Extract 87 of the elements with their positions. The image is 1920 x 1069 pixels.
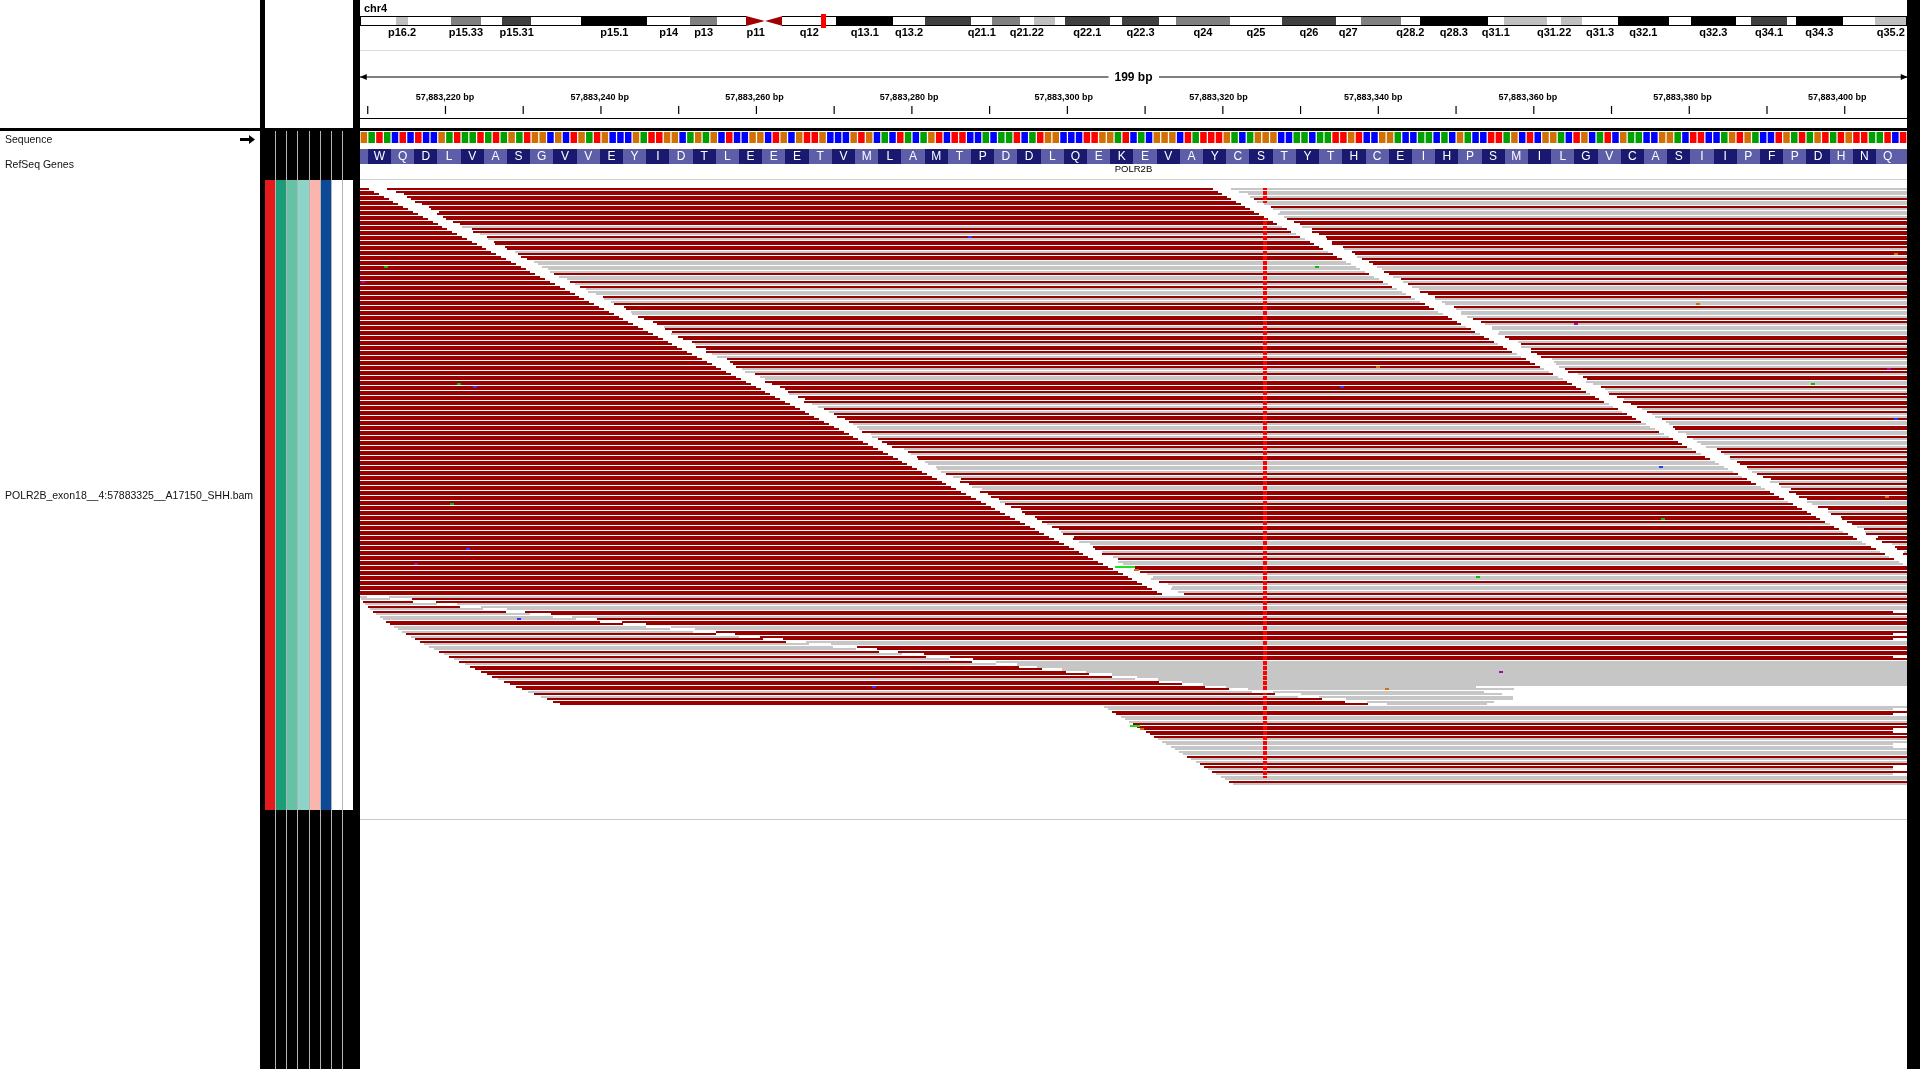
band-label: p13 (694, 27, 714, 38)
tick-label: 57,883,300 bp (1034, 92, 1094, 103)
track-name[interactable]: POLR2B_exon18__4:57883325__A17150_SHH.bam (5, 489, 254, 501)
band-label: p15.31 (499, 27, 534, 38)
band-label: q28.2 (1396, 27, 1425, 38)
band-label: q35.2 (1876, 27, 1905, 38)
band-label: q13.1 (850, 27, 879, 38)
centromere-band (764, 16, 783, 26)
amino-acid: L (878, 149, 902, 164)
chromosome-band (717, 16, 747, 26)
tick-label: 57,883,260 bp (725, 92, 784, 103)
tick-label: 57,883,380 bp (1653, 92, 1712, 103)
amino-acid: Y (1295, 149, 1320, 164)
band-label: q28.3 (1439, 27, 1468, 38)
chromosome-band (1874, 16, 1908, 26)
band-label: q31.3 (1586, 27, 1615, 38)
amino-acid: S (507, 149, 531, 164)
strand-arrow-icon[interactable] (240, 134, 255, 144)
amino-acid: Q (1063, 149, 1088, 164)
centromere-band (746, 16, 765, 26)
amino-acid: V (831, 149, 856, 164)
amino-acid: D (1017, 149, 1041, 164)
amino-acid: I (1527, 149, 1552, 164)
amino-acid: D (414, 149, 438, 164)
chromosome-name: chr4 (364, 2, 388, 14)
amino-acid: S (1667, 149, 1691, 164)
band-label: q24 (1193, 27, 1213, 38)
amino-acid: F (1759, 149, 1784, 164)
amino-acid: S (1249, 149, 1273, 164)
tick-label: 57,883,360 bp (1498, 92, 1558, 103)
amino-acid: C (1620, 149, 1644, 164)
tick-label: 57,883,240 bp (570, 92, 630, 103)
band-label: q12 (799, 27, 819, 38)
band-label: q21.1 (967, 27, 996, 38)
band-label: q26 (1299, 27, 1319, 38)
band-label: q21.22 (1009, 27, 1044, 38)
amino-acid: S (1481, 149, 1505, 164)
amino-acid: P (971, 149, 995, 164)
band-label: q32.1 (1629, 27, 1658, 38)
amino-acid: G (1574, 149, 1598, 164)
tick-label: 57,883,340 bp (1343, 92, 1403, 103)
span-label: 199 bp (1113, 70, 1154, 84)
chromosome-band (480, 16, 503, 26)
amino-acid: T (692, 149, 716, 164)
band-label: q22.3 (1126, 27, 1155, 38)
track-name[interactable]: Sequence (5, 133, 53, 145)
amino-acid: E (599, 149, 623, 164)
chromosome-band (782, 16, 837, 26)
tick-label: 57,883,400 bp (1808, 92, 1867, 103)
band-label: p16.2 (387, 27, 417, 38)
track-name[interactable]: RefSeq Genes (5, 157, 74, 170)
amino-acid: E (739, 149, 763, 164)
amino-acid: W (367, 149, 391, 164)
amino-acid: I (646, 149, 670, 164)
amino-acid: H (1342, 149, 1366, 164)
amino-acid: V (553, 149, 577, 164)
locus-marker-icon (821, 14, 826, 28)
chromosome-band (1229, 16, 1283, 26)
tick-label: 57,883,280 bp (879, 92, 939, 103)
band-label: p11 (746, 27, 765, 38)
band-label: q31.22 (1537, 27, 1572, 38)
band-label: p15.1 (600, 27, 629, 38)
amino-acid: V (460, 149, 484, 164)
amino-acid: E (1388, 149, 1412, 164)
amino-acid: M (924, 149, 948, 164)
amino-acid: E (785, 149, 809, 164)
band-label: p14 (659, 27, 679, 38)
gene-label: POLR2B (1114, 164, 1153, 174)
amino-acid: H (1435, 149, 1459, 164)
band-label: q27 (1338, 27, 1358, 38)
amino-acid: I (1713, 149, 1737, 164)
band-label: q25 (1246, 27, 1266, 38)
tick-label: 57,883,220 bp (415, 92, 475, 103)
band-label: q22.1 (1073, 27, 1102, 38)
band-label: q34.3 (1805, 27, 1834, 38)
amino-acid: K (1110, 149, 1134, 164)
band-label: p15.33 (448, 27, 484, 38)
band-label: q13.2 (895, 27, 924, 38)
amino-acid: Y (1203, 149, 1227, 164)
band-label: q31.1 (1481, 27, 1510, 38)
band-label: q32.3 (1699, 27, 1728, 38)
tick-label: 57,883,320 bp (1189, 92, 1248, 103)
band-label: q34.1 (1755, 27, 1784, 38)
amino-acid: V (1156, 149, 1180, 164)
amino-acid: D (1806, 149, 1830, 164)
chromosome-band (450, 16, 481, 26)
amino-acid: N (1852, 149, 1876, 164)
